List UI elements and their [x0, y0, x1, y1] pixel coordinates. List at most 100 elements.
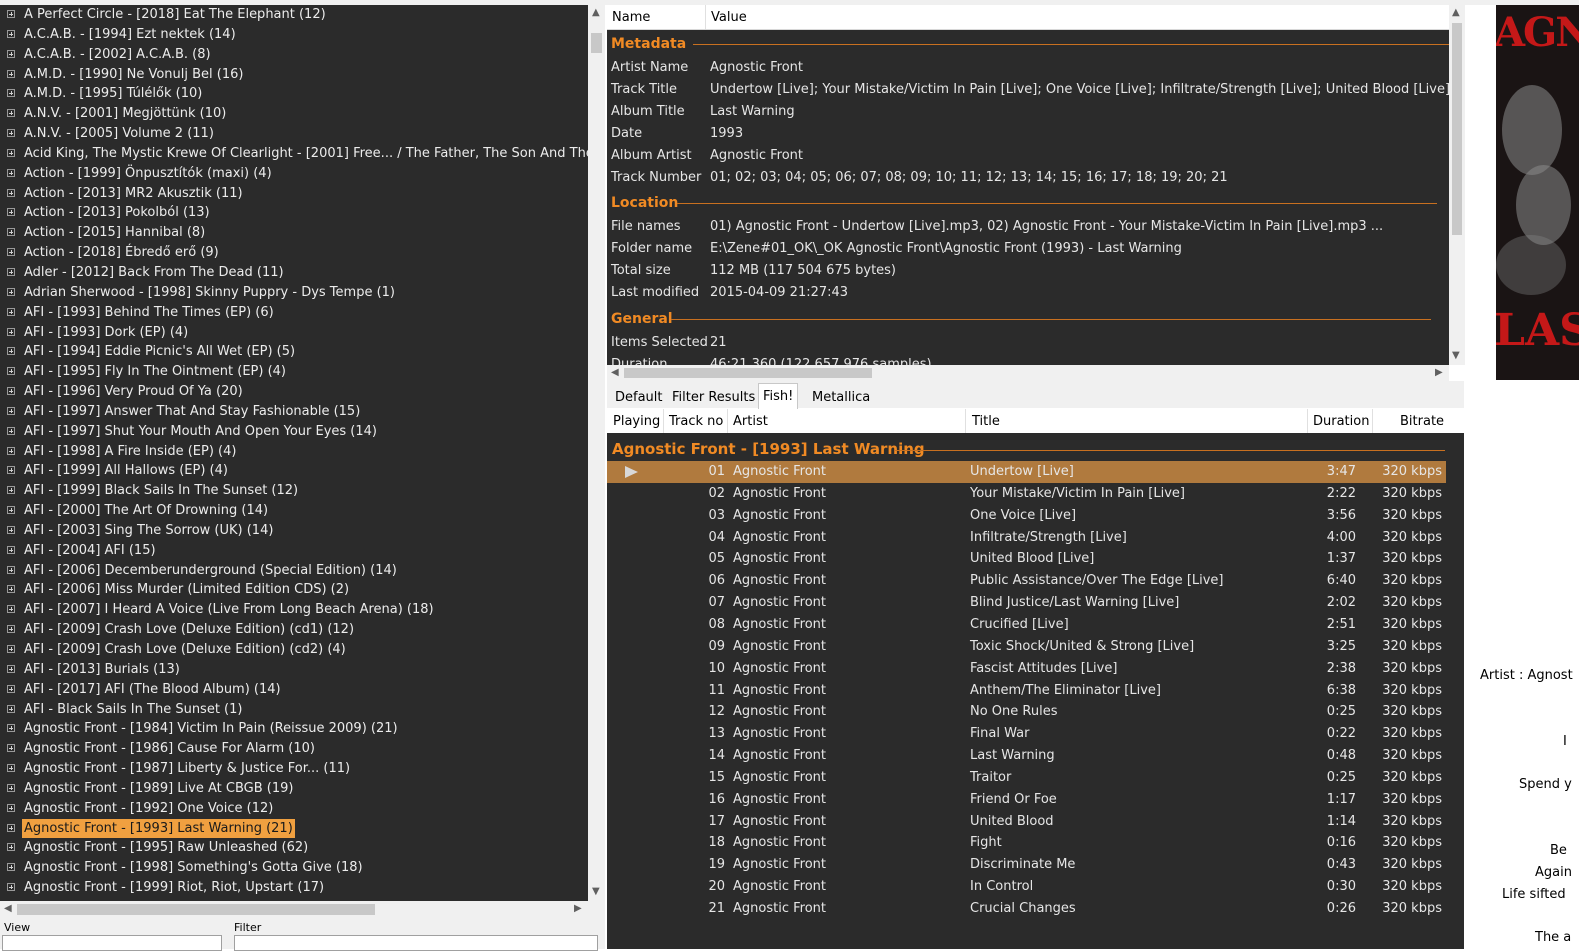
track-row[interactable]: 09 Agnostic Front Toxic Shock/United & Str…	[607, 636, 1446, 658]
track-row[interactable]: 15 Agnostic Front Traitor 0:25 320 kbps	[607, 767, 1446, 789]
library-item[interactable]: AFI - Black Sails In The Sunset (1)	[0, 700, 588, 720]
property-row[interactable]: Duration 46:21.360 (122 657 976 samples)	[611, 354, 1449, 365]
library-item[interactable]: Agnostic Front - [1986] Cause For Alarm …	[0, 739, 588, 759]
column-header-artist[interactable]: Artist	[733, 414, 768, 429]
expand-plus-icon[interactable]	[7, 10, 15, 18]
expand-plus-icon[interactable]	[7, 783, 15, 792]
scroll-up-arrow-icon[interactable]: ▲	[592, 8, 600, 18]
scroll-down-arrow-icon[interactable]: ▼	[592, 887, 600, 897]
column-header-title[interactable]: Title	[972, 414, 1000, 429]
library-item[interactable]: Agnostic Front - [1987] Liberty & Justic…	[0, 759, 588, 779]
library-item[interactable]: Agnostic Front - [1998] Something's Gott…	[0, 858, 588, 878]
library-item[interactable]: AFI - [1999] All Hallows (EP) (4)	[0, 461, 588, 481]
expand-plus-icon[interactable]	[7, 109, 15, 118]
expand-plus-icon[interactable]	[7, 883, 15, 892]
property-row[interactable]: Items Selected 21	[611, 332, 1449, 354]
tab-fish[interactable]: Fish!	[758, 383, 799, 409]
library-item[interactable]: Agnostic Front - [1999] Riot, Riot, Upst…	[0, 878, 588, 898]
expand-plus-icon[interactable]	[7, 486, 15, 495]
library-item[interactable]: Action - [2013] Pokolból (13)	[0, 203, 588, 223]
library-item[interactable]: Action - [2018] Ébredő erő (9)	[0, 243, 588, 263]
track-row[interactable]: 07 Agnostic Front Blind Justice/Last Warni…	[607, 592, 1446, 614]
library-item[interactable]: AFI - [2009] Crash Love (Deluxe Edition)…	[0, 640, 588, 660]
scrollbar-thumb[interactable]	[624, 368, 872, 378]
track-row[interactable]: 12 Agnostic Front No One Rules 0:25 320 kbps	[607, 701, 1446, 723]
library-item[interactable]: Agnostic Front - [1984] Victim In Pain (…	[0, 719, 588, 739]
expand-plus-icon[interactable]	[7, 29, 15, 38]
library-item[interactable]: AFI - [1995] Fly In The Ointment (EP) (4…	[0, 362, 588, 382]
column-header-duration[interactable]: Duration	[1313, 414, 1369, 429]
column-header-value[interactable]: Value	[711, 10, 747, 25]
expand-plus-icon[interactable]	[7, 347, 15, 356]
library-item[interactable]: AFI - [2004] AFI (15)	[0, 541, 588, 561]
expand-plus-icon[interactable]	[7, 267, 15, 276]
property-row[interactable]: Album Title Last Warning	[611, 101, 1449, 123]
expand-plus-icon[interactable]	[7, 367, 15, 376]
library-item[interactable]: AFI - [2000] The Art Of Drowning (14)	[0, 501, 588, 521]
track-row[interactable]: 03 Agnostic Front One Voice [Live] 3:56 320 …	[607, 505, 1446, 527]
scroll-left-arrow-icon[interactable]: ◀	[611, 368, 619, 378]
library-item[interactable]: Adrian Sherwood - [1998] Skinny Puppry -…	[0, 283, 588, 303]
library-item[interactable]: AFI - [2013] Burials (13)	[0, 660, 588, 680]
scroll-down-arrow-icon[interactable]: ▼	[1452, 351, 1460, 361]
property-row[interactable]: Date 1993	[611, 123, 1449, 145]
track-row[interactable]: 13 Agnostic Front Final War 0:22 320 kbps	[607, 723, 1446, 745]
expand-plus-icon[interactable]	[7, 168, 15, 177]
track-row[interactable]: 10 Agnostic Front Fascist Attitudes [Live]…	[607, 658, 1446, 680]
expand-plus-icon[interactable]	[7, 724, 15, 733]
track-row[interactable]: 14 Agnostic Front Last Warning 0:48 320 kbps	[607, 745, 1446, 767]
column-header-name[interactable]: Name	[612, 10, 650, 25]
expand-plus-icon[interactable]	[7, 406, 15, 415]
expand-plus-icon[interactable]	[7, 129, 15, 138]
property-row[interactable]: Album Artist Agnostic Front	[611, 145, 1449, 167]
expand-plus-icon[interactable]	[7, 327, 15, 336]
track-row[interactable]: 06 Agnostic Front Public Assistance/Over T…	[607, 570, 1446, 592]
expand-plus-icon[interactable]	[7, 704, 15, 713]
tab-filter-results[interactable]: Filter Results	[668, 387, 759, 408]
scrollbar-thumb[interactable]	[1452, 23, 1462, 235]
library-item[interactable]: AFI - [1993] Dork (EP) (4)	[0, 323, 588, 343]
expand-plus-icon[interactable]	[7, 823, 15, 832]
column-header-playing[interactable]: Playing	[613, 414, 660, 429]
track-row[interactable]: 08 Agnostic Front Crucified [Live] 2:51 320 …	[607, 614, 1446, 636]
expand-plus-icon[interactable]	[7, 387, 15, 396]
expand-plus-icon[interactable]	[7, 208, 15, 217]
expand-plus-icon[interactable]	[7, 565, 15, 574]
library-item[interactable]: AFI - [1993] Behind The Times (EP) (6)	[0, 303, 588, 323]
library-item[interactable]: AFI - [1997] Shut Your Mouth And Open Yo…	[0, 422, 588, 442]
expand-plus-icon[interactable]	[7, 664, 15, 673]
properties-horizontal-scrollbar[interactable]: ◀ ▶	[607, 365, 1449, 381]
column-header-track-no[interactable]: Track no	[669, 414, 723, 429]
library-item[interactable]: Acid King, The Mystic Krewe Of Clearligh…	[0, 144, 588, 164]
track-row[interactable]: 02 Agnostic Front Your Mistake/Victim In P…	[607, 483, 1446, 505]
track-row[interactable]: 16 Agnostic Front Friend Or Foe 1:17 320 kbp…	[607, 789, 1446, 811]
tab-default[interactable]: Default	[611, 387, 667, 408]
expand-plus-icon[interactable]	[7, 49, 15, 58]
expand-plus-icon[interactable]	[7, 248, 15, 257]
track-row[interactable]: 21 Agnostic Front Crucial Changes 0:26 320 k…	[607, 898, 1446, 920]
expand-plus-icon[interactable]	[7, 605, 15, 614]
library-item[interactable]: AFI - [1999] Black Sails In The Sunset (…	[0, 481, 588, 501]
expand-plus-icon[interactable]	[7, 446, 15, 455]
library-item[interactable]: Action - [2013] MR2 Akusztik (11)	[0, 184, 588, 204]
library-item[interactable]: A.C.A.B. - [1994] Ezt nektek (14)	[0, 25, 588, 45]
library-item[interactable]: A.N.V. - [2005] Volume 2 (11)	[0, 124, 588, 144]
property-row[interactable]: Track Number 01; 02; 03; 04; 05; 06; 07; …	[611, 167, 1449, 189]
expand-plus-icon[interactable]	[7, 645, 15, 653]
property-row[interactable]: Total size 112 MB (117 504 675 bytes)	[611, 260, 1449, 282]
expand-plus-icon[interactable]	[7, 89, 15, 98]
scroll-up-arrow-icon[interactable]: ▲	[1452, 8, 1460, 18]
library-item[interactable]: Agnostic Front - [1989] Live At CBGB (19…	[0, 779, 588, 799]
library-item[interactable]: Agnostic Front - [1992] One Voice (12)	[0, 799, 588, 819]
library-item[interactable]: Agnostic Front - [1995] Raw Unleashed (6…	[0, 838, 588, 858]
track-row[interactable]: 05 Agnostic Front United Blood [Live] 1:37 3…	[607, 548, 1446, 570]
library-item[interactable]: AFI - [1996] Very Proud Of Ya (20)	[0, 382, 588, 402]
library-item[interactable]: A.M.D. - [1990] Ne Vonulj Bel (16)	[0, 65, 588, 85]
library-vertical-scrollbar[interactable]: ▲ ▼	[588, 5, 605, 901]
property-row[interactable]: Track Title Undertow [Live]; Your Mistake…	[611, 79, 1449, 101]
library-item[interactable]: AFI - [2017] AFI (The Blood Album) (14)	[0, 680, 588, 700]
column-header-bitrate[interactable]: Bitrate	[1400, 414, 1444, 429]
expand-plus-icon[interactable]	[7, 803, 15, 812]
track-row[interactable]: 20 Agnostic Front In Control 0:30 320 kbps	[607, 876, 1446, 898]
library-item[interactable]: A.N.V. - [2001] Megjöttünk (10)	[0, 104, 588, 124]
